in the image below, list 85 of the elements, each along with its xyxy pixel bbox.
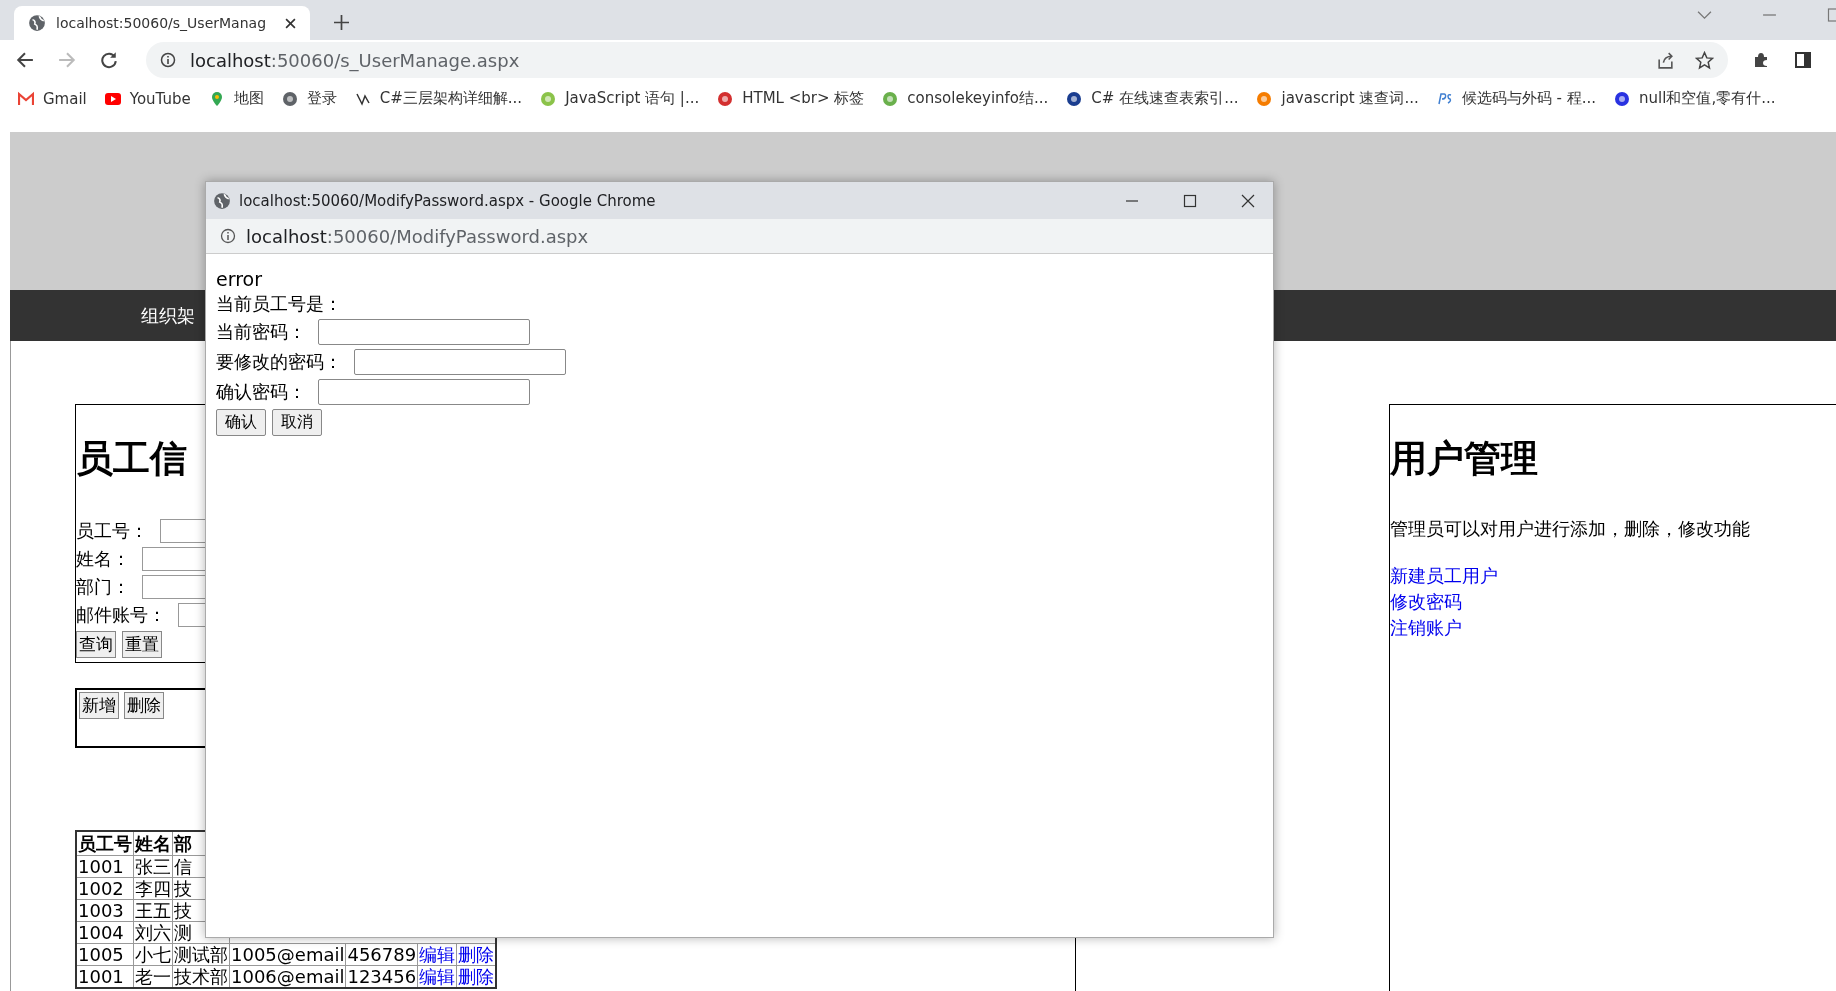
side-panel-icon[interactable]: [1794, 51, 1812, 69]
table-cell: 1005@email: [229, 943, 346, 966]
table-cell: 刘六: [133, 921, 173, 944]
field-label: 当前密码：: [216, 320, 306, 344]
field-label: 邮件账号：: [76, 603, 166, 628]
column-header: 员工号: [76, 831, 134, 856]
nav-item[interactable]: 组织架: [141, 303, 195, 328]
table-cell: 1003: [76, 899, 134, 922]
info-icon: [220, 228, 236, 244]
panel-title: 员工信: [76, 437, 188, 482]
field-label: 员工号：: [76, 519, 148, 544]
window-title: localhost:50060/ModifyPassword.aspx - Google Chrome: [239, 191, 656, 210]
table-cell: 测试部: [172, 943, 230, 966]
form-button[interactable]: 取消: [272, 409, 322, 436]
close-icon[interactable]: [285, 17, 296, 29]
table-cell: 张三: [133, 855, 173, 878]
info-icon: [160, 52, 176, 68]
bookmark[interactable]: JavaScript 语句 |...: [540, 89, 700, 108]
bookmark[interactable]: javascript 速查词...: [1256, 89, 1419, 108]
password-field[interactable]: [318, 319, 530, 345]
field-label: 部门：: [76, 575, 130, 600]
table-cell: 小七: [133, 943, 173, 966]
maximize-icon[interactable]: [1183, 193, 1197, 208]
bookmark[interactable]: Gmail: [18, 89, 87, 108]
field-label: 要修改的密码：: [216, 350, 342, 374]
field-label: 姓名：: [76, 547, 130, 572]
password-field[interactable]: [354, 349, 566, 375]
table-cell: 456789: [345, 943, 418, 966]
bookmark[interactable]: null和空值,零有什...: [1614, 89, 1776, 108]
share-icon[interactable]: [1656, 50, 1675, 70]
new-tab-icon[interactable]: [334, 15, 349, 30]
site-icon: [1614, 90, 1631, 107]
site-icon: [882, 90, 899, 107]
column-header: 姓名: [133, 831, 173, 856]
bookmark[interactable]: 地图: [208, 89, 264, 108]
table-cell: 1004: [76, 921, 134, 944]
reload-icon[interactable]: [100, 51, 118, 69]
password-field[interactable]: [318, 379, 530, 405]
form-button[interactable]: 重置: [122, 631, 162, 659]
mail-icon: [18, 90, 34, 107]
site-icon: [1066, 90, 1083, 107]
menu-link[interactable]: 修改密码: [1390, 589, 1836, 616]
site-icon: [717, 90, 734, 107]
bookmark[interactable]: 登录: [281, 89, 337, 108]
menu-link[interactable]: 注销账户: [1390, 615, 1836, 642]
url-text: localhost:50060/s_UserManage.aspx: [190, 49, 520, 71]
tab-title: localhost:50060/s_UserManag: [56, 15, 267, 31]
address-bar[interactable]: localhost:50060/s_UserManage.aspx: [146, 42, 1728, 78]
action-button[interactable]: 新增: [79, 692, 119, 720]
table-cell: 1002: [76, 877, 134, 900]
table-cell: 1001: [76, 855, 134, 878]
bookmark[interactable]: HTML <br> 标签: [717, 89, 865, 108]
puzzle-icon[interactable]: [1752, 51, 1770, 69]
table-cell: 王五: [133, 899, 173, 922]
site-icon: [1436, 90, 1453, 107]
table-cell: 李四: [133, 877, 173, 900]
field-label: 确认密码：: [216, 380, 306, 404]
panel-title: 用户管理: [1390, 437, 1539, 482]
menu-link[interactable]: 新建员工用户: [1390, 563, 1836, 590]
action-button[interactable]: 删除: [124, 692, 164, 720]
url-text: localhost:50060/ModifyPassword.aspx: [246, 225, 589, 247]
error-message: error: [216, 267, 263, 291]
table-cell: 老一: [133, 965, 173, 989]
site-icon: [540, 90, 557, 107]
form-button[interactable]: 查询: [76, 631, 116, 659]
form-button[interactable]: 确认: [216, 409, 266, 436]
bookmark[interactable]: C#三层架构详细解...: [354, 89, 523, 108]
bookmark[interactable]: YouTube: [104, 89, 191, 108]
back-icon[interactable]: [16, 51, 34, 69]
table-link[interactable]: 删除: [456, 943, 497, 966]
bookmark[interactable]: C# 在线速查表索引...: [1066, 89, 1239, 108]
employee-id-label: 当前员工号是：: [216, 292, 343, 316]
bookmark[interactable]: consolekeyinfo结...: [882, 89, 1049, 108]
table-cell: 技术部: [172, 965, 230, 989]
table-link[interactable]: 编辑: [417, 943, 457, 966]
bookmark[interactable]: 候选码与外码 - 程...: [1436, 89, 1597, 108]
table-link[interactable]: 编辑: [417, 965, 457, 989]
play-icon: [104, 90, 121, 107]
panel-description: 管理员可以对用户进行添加，删除，修改功能: [1390, 517, 1751, 542]
table-cell: 1005: [76, 943, 134, 966]
close-icon[interactable]: [1241, 193, 1255, 208]
site-icon: [1256, 90, 1273, 107]
browser-tab[interactable]: localhost:50060/s_UserManag: [14, 6, 310, 40]
chevron-down-icon[interactable]: [1697, 8, 1712, 22]
star-icon[interactable]: [1695, 50, 1714, 70]
